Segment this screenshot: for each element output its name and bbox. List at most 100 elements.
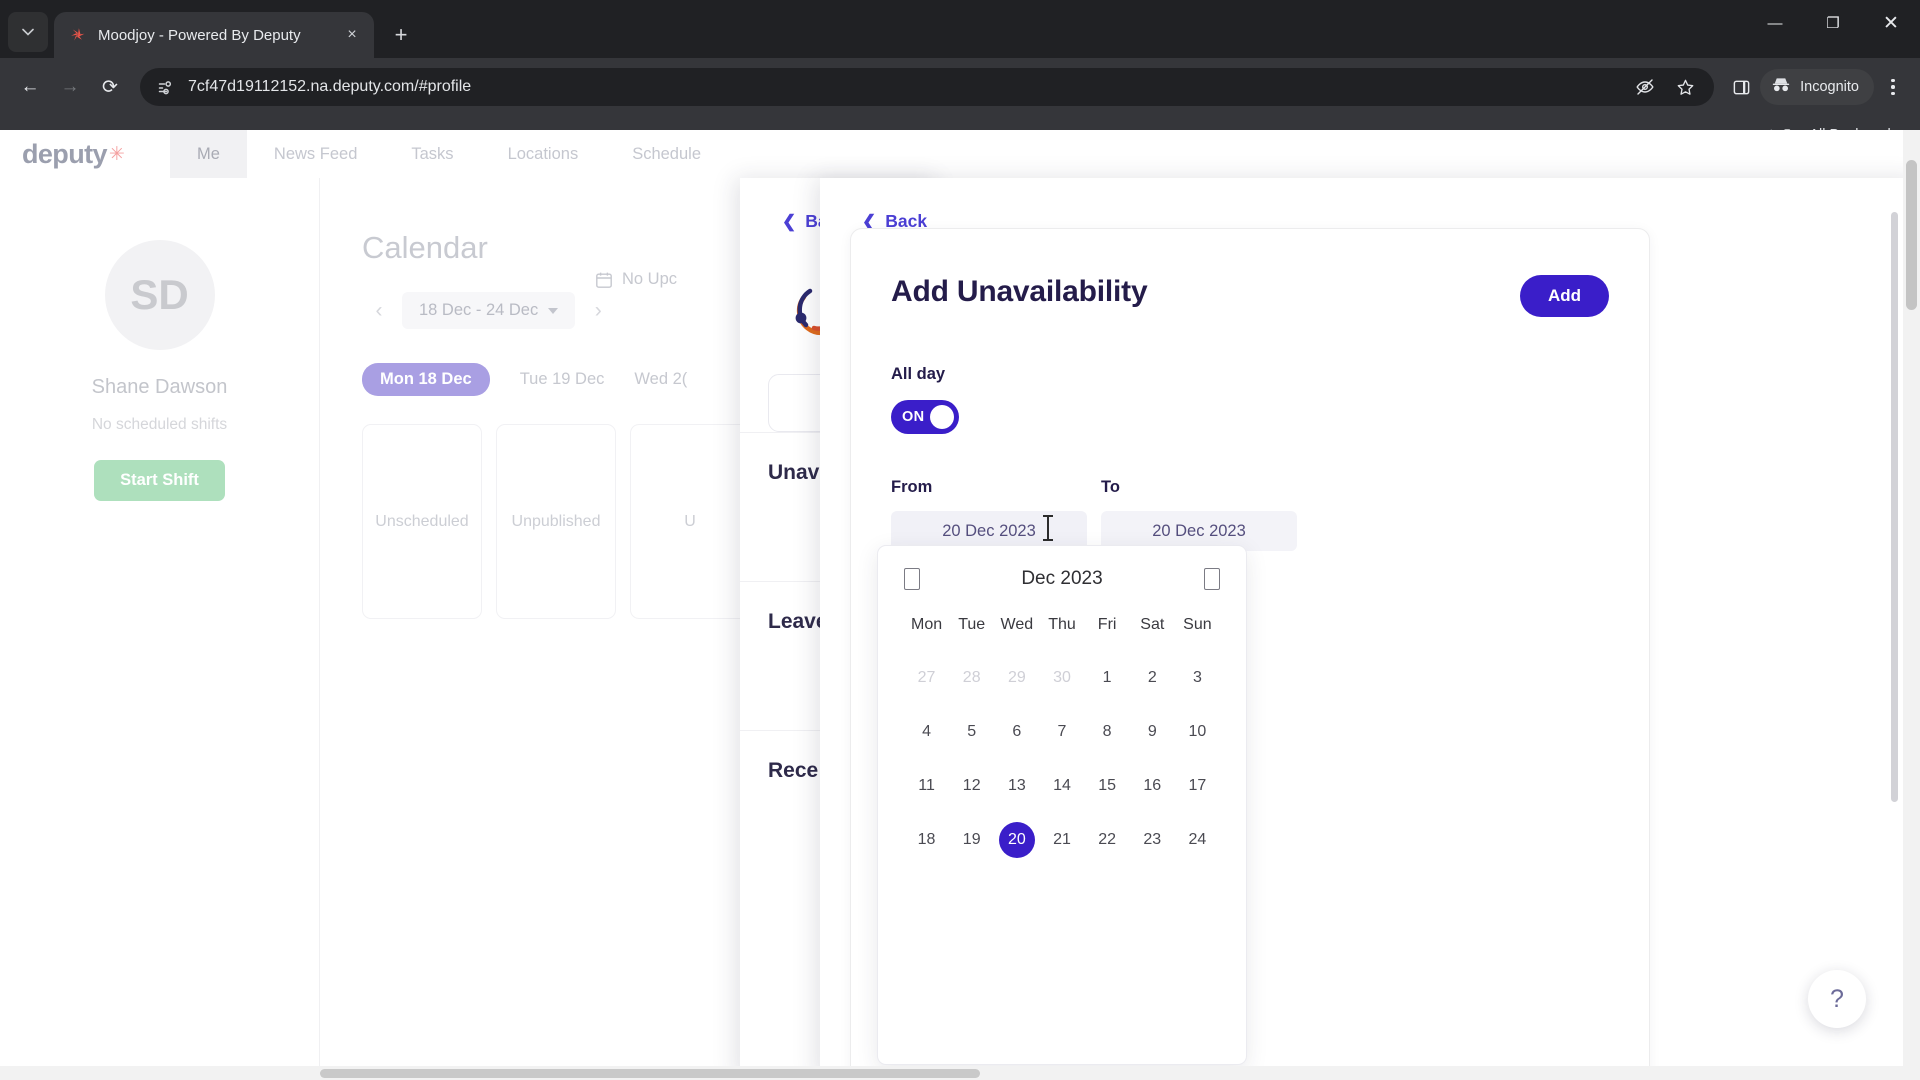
panel-scrollbar-thumb[interactable] (1891, 212, 1898, 802)
page-info-icon[interactable] (154, 76, 176, 98)
date-cell[interactable]: 30 (1039, 658, 1084, 698)
prev-month-icon[interactable] (904, 568, 920, 590)
date-cell[interactable]: 9 (1130, 712, 1175, 752)
nav-item-tasks[interactable]: Tasks (384, 130, 480, 178)
prev-week-icon[interactable]: ‹ (362, 294, 396, 328)
date-cell[interactable]: 17 (1175, 766, 1220, 806)
from-field: From 20 Dec 2023 (891, 478, 1087, 551)
add-button[interactable]: Add (1519, 275, 1609, 317)
toggle-knob (930, 405, 954, 429)
star-icon[interactable] (1670, 72, 1700, 102)
start-shift-button[interactable]: Start Shift (94, 460, 225, 501)
next-month-icon[interactable] (1204, 568, 1220, 590)
reload-button[interactable]: ⟳ (92, 69, 128, 105)
date-cell[interactable]: 2 (1130, 658, 1175, 698)
help-button[interactable]: ? (1808, 970, 1866, 1028)
window-maximize-button[interactable]: ❐ (1804, 0, 1862, 46)
date-cell[interactable]: 21 (1039, 820, 1084, 860)
nav-item-schedule[interactable]: Schedule (605, 130, 728, 178)
tab-close-icon[interactable]: × (340, 23, 364, 47)
date-cell[interactable]: 4 (904, 712, 949, 752)
page-scrollbar-thumb[interactable] (1906, 160, 1917, 310)
next-week-icon[interactable]: › (581, 294, 615, 328)
date-cell-label: 12 (962, 777, 981, 794)
tab-search-button[interactable] (8, 12, 48, 52)
day-card-unpublished[interactable]: Unpublished (496, 424, 616, 619)
date-cell[interactable]: 14 (1039, 766, 1084, 806)
date-cell-label: 28 (962, 669, 981, 686)
date-range-row: From 20 Dec 2023 To 20 Dec 2023 (891, 478, 1609, 551)
day-card-partial[interactable]: U (630, 424, 750, 619)
address-bar[interactable]: 7cf47d19112152.na.deputy.com/#profile (140, 68, 1715, 106)
back-button[interactable]: ← (12, 69, 48, 105)
date-cell-label: 17 (1188, 777, 1207, 794)
window-minimize-button[interactable]: — (1746, 0, 1804, 46)
window-close-button[interactable]: ✕ (1862, 0, 1920, 46)
tab-strip: Moodjoy - Powered By Deputy × + — ❐ ✕ (0, 0, 1920, 58)
browser-toolbar: ← → ⟳ 7cf47d19112152.na.deputy.com/#prof… (0, 58, 1920, 116)
nav-item-news-feed[interactable]: News Feed (247, 130, 384, 178)
page-scrollbar[interactable] (1903, 130, 1920, 1080)
nav-item-locations[interactable]: Locations (481, 130, 606, 178)
date-cell[interactable]: 18 (904, 820, 949, 860)
date-cell[interactable]: 11 (904, 766, 949, 806)
day-card-unscheduled[interactable]: Unscheduled (362, 424, 482, 619)
date-cell[interactable]: 5 (949, 712, 994, 752)
no-upcoming-label: No Upc (622, 270, 678, 288)
date-cell[interactable]: 10 (1175, 712, 1220, 752)
browser-tab[interactable]: Moodjoy - Powered By Deputy × (54, 12, 374, 58)
date-cell[interactable]: 16 (1130, 766, 1175, 806)
side-panel-icon[interactable] (1726, 72, 1756, 102)
to-field: To 20 Dec 2023 (1101, 478, 1297, 551)
date-cell[interactable]: 28 (949, 658, 994, 698)
panel-scrollbar[interactable] (1891, 212, 1898, 852)
new-tab-button[interactable]: + (384, 18, 418, 52)
day-tab-mon[interactable]: Mon 18 Dec (362, 363, 490, 396)
kebab-menu-icon[interactable] (1878, 70, 1908, 104)
forward-button[interactable]: → (52, 69, 88, 105)
page-title: Calendar (362, 230, 488, 265)
date-cell[interactable]: 24 (1175, 820, 1220, 860)
date-cell[interactable]: 15 (1085, 766, 1130, 806)
horizontal-scrollbar[interactable] (0, 1066, 1920, 1080)
date-cell[interactable]: 7 (1039, 712, 1084, 752)
incognito-icon (1771, 77, 1791, 97)
date-cell[interactable]: 27 (904, 658, 949, 698)
weekday-header: Thu (1048, 616, 1076, 633)
deputy-logo[interactable]: deputy ✳ (0, 130, 170, 178)
week-range-selector[interactable]: 18 Dec - 24 Dec (402, 292, 576, 329)
eye-off-icon[interactable] (1630, 72, 1660, 102)
date-cell[interactable]: 29 (994, 658, 1039, 698)
date-cell[interactable]: 3 (1175, 658, 1220, 698)
date-cell[interactable]: 19 (949, 820, 994, 860)
deputy-star-icon: ✳ (108, 143, 125, 165)
weekday-header: Fri (1097, 616, 1117, 633)
calendar-week-nav: ‹ 18 Dec - 24 Dec › (362, 292, 750, 329)
date-cell[interactable]: 13 (994, 766, 1039, 806)
day-tab-wed[interactable]: Wed 2( (634, 370, 687, 389)
date-cell[interactable]: 6 (994, 712, 1039, 752)
date-cell[interactable]: 12 (949, 766, 994, 806)
date-cell-label: 24 (1188, 831, 1207, 848)
modal-title: Add Unavailability (891, 275, 1148, 308)
weekday-header: Sun (1183, 616, 1212, 633)
url-text: 7cf47d19112152.na.deputy.com/#profile (188, 78, 472, 95)
date-cell-label: 22 (1098, 831, 1117, 848)
date-cell-label: 23 (1143, 831, 1162, 848)
horizontal-scrollbar-thumb[interactable] (320, 1069, 980, 1078)
date-cell[interactable]: 23 (1130, 820, 1175, 860)
no-upcoming-indicator[interactable]: No Upc (595, 270, 677, 289)
date-cell[interactable]: 8 (1085, 712, 1130, 752)
week-range-label: 18 Dec - 24 Dec (419, 301, 539, 319)
incognito-indicator[interactable]: Incognito (1760, 69, 1874, 105)
weekday-header: Sat (1140, 616, 1165, 633)
date-cell[interactable]: 22 (1085, 820, 1130, 860)
date-cell-selected[interactable]: 20 (994, 820, 1039, 860)
browser-window: Moodjoy - Powered By Deputy × + — ❐ ✕ ← … (0, 0, 1920, 1080)
date-cell[interactable]: 1 (1085, 658, 1130, 698)
all-day-toggle[interactable]: ON (891, 400, 959, 434)
day-tab-tue[interactable]: Tue 19 Dec (520, 370, 605, 389)
nav-item-me[interactable]: Me (170, 130, 247, 178)
date-cell-label: 8 (1102, 723, 1112, 740)
page-body: SD Shane Dawson No scheduled shifts Star… (0, 178, 1920, 1080)
